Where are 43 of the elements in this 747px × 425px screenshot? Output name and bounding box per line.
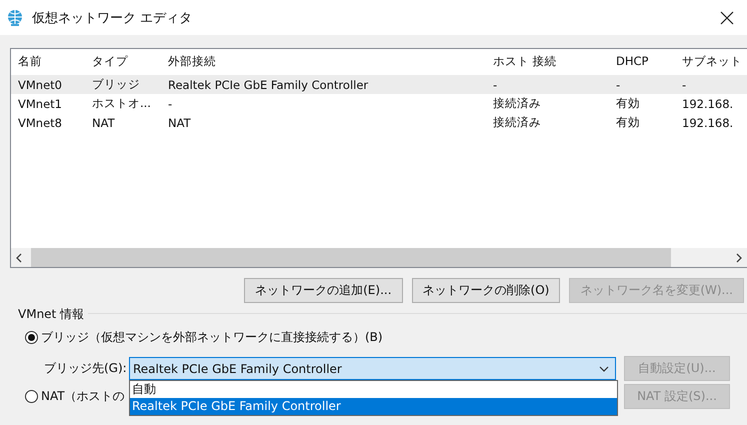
scroll-right-icon[interactable] — [735, 252, 743, 262]
table-cell-text: ホストオ... — [92, 96, 152, 111]
table-row[interactable]: VMnet1 ホストオ... - 接続済み 有効 192.168. — [11, 94, 747, 113]
close-icon[interactable] — [720, 10, 734, 24]
radio-button[interactable] — [25, 331, 38, 344]
table-cell-text: NAT — [92, 116, 116, 130]
scroll-left-icon[interactable] — [15, 252, 23, 262]
table-cell-text: ブリッジ — [92, 77, 141, 92]
column-header[interactable]: サブネット — [682, 54, 742, 68]
action-button[interactable]: ネットワークの追加(E)... — [244, 278, 403, 303]
column-header[interactable]: タイプ — [92, 54, 168, 68]
radio-label[interactable]: ブリッジ（仮想マシンを外部ネットワークに直接接続する）(B) — [41, 329, 383, 346]
table-cell-text: - — [168, 96, 174, 110]
table-cell-text: NAT — [168, 116, 192, 130]
table-row[interactable]: VMnet8 NAT NAT 接続済み 有効 192.168. — [11, 113, 747, 132]
table-cell: - — [682, 78, 686, 92]
table-cell-text: VMnet1 — [18, 96, 63, 110]
table-cell-text: 接続済み — [493, 115, 542, 130]
table-cell-text: 接続済み — [493, 96, 542, 111]
table-cell-text: 有効 — [616, 96, 641, 111]
column-header[interactable]: DHCP — [616, 54, 682, 68]
table-cell-text: - — [616, 78, 622, 92]
table-cell: 192.168. — [682, 96, 734, 110]
field-label: ブリッジ先(G): — [44, 360, 128, 377]
radio-label[interactable]: NAT（ホストの — [41, 388, 125, 405]
globe-icon — [6, 8, 24, 26]
table-cell-text: Realtek PCIe GbE Family Controller — [168, 78, 370, 92]
column-header[interactable]: ホスト 接続 — [493, 54, 616, 68]
table-cell: 192.168. — [682, 116, 734, 130]
chevron-down-icon[interactable] — [599, 366, 609, 372]
window-title: 仮想ネットワーク エディタ — [32, 10, 194, 26]
group-title: VMnet 情報 — [10, 306, 88, 323]
action-button[interactable]: ネットワークの削除(O) — [412, 278, 560, 303]
table-cell-text: VMnet8 — [18, 116, 63, 130]
dropdown-option[interactable]: Realtek PCIe GbE Family Controller — [130, 398, 617, 415]
table-cell-text: VMnet0 — [18, 78, 63, 92]
column-header[interactable]: 外部接続 — [168, 54, 493, 68]
column-header[interactable]: 名前 — [18, 54, 92, 68]
radio-button[interactable] — [25, 390, 38, 403]
table-cell-text: 有効 — [616, 115, 641, 130]
dropdown-option[interactable]: 自動 — [130, 381, 617, 398]
table-row[interactable]: VMnet0 ブリッジ Realtek PCIe GbE Family Controller - - - — [11, 75, 747, 94]
table-cell-text: - — [493, 78, 498, 92]
